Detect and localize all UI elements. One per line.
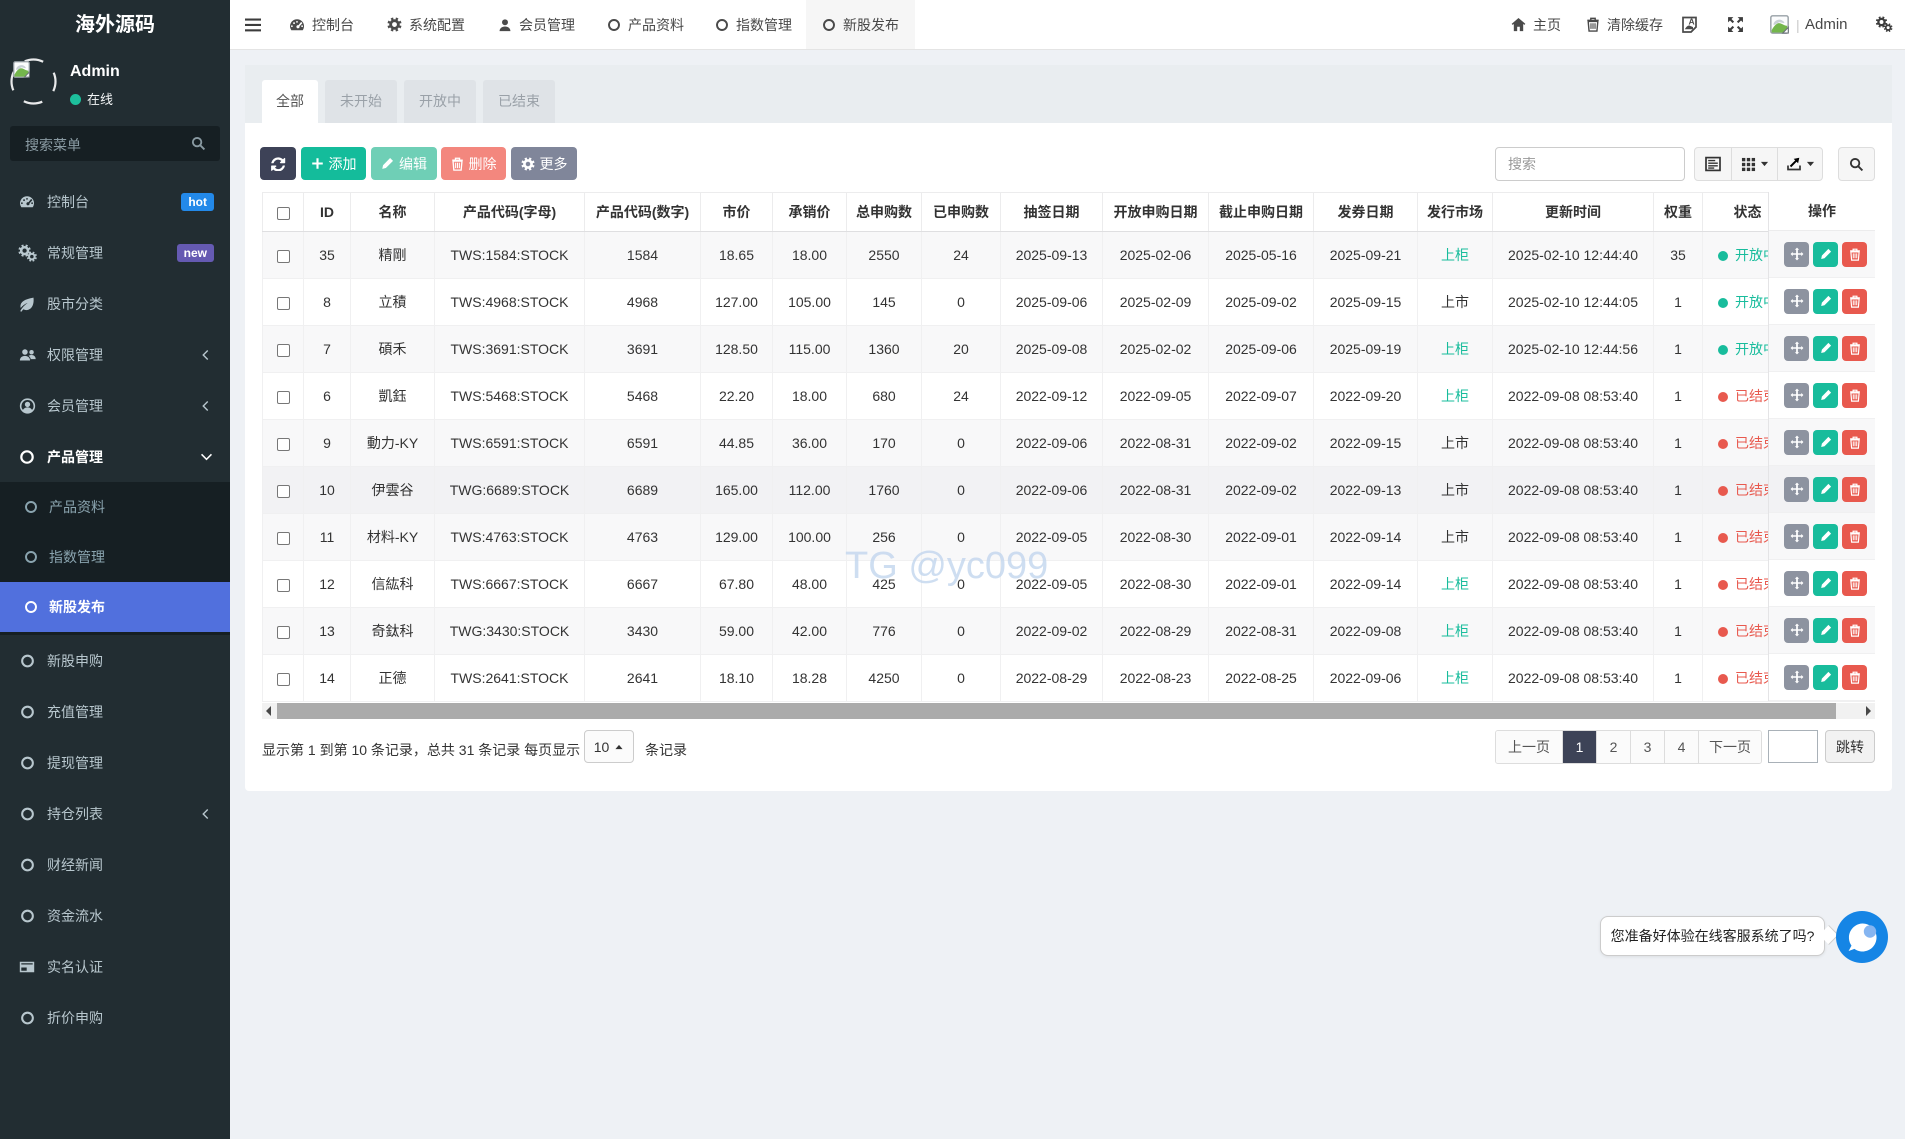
svg-text:A: A [1689,17,1695,27]
